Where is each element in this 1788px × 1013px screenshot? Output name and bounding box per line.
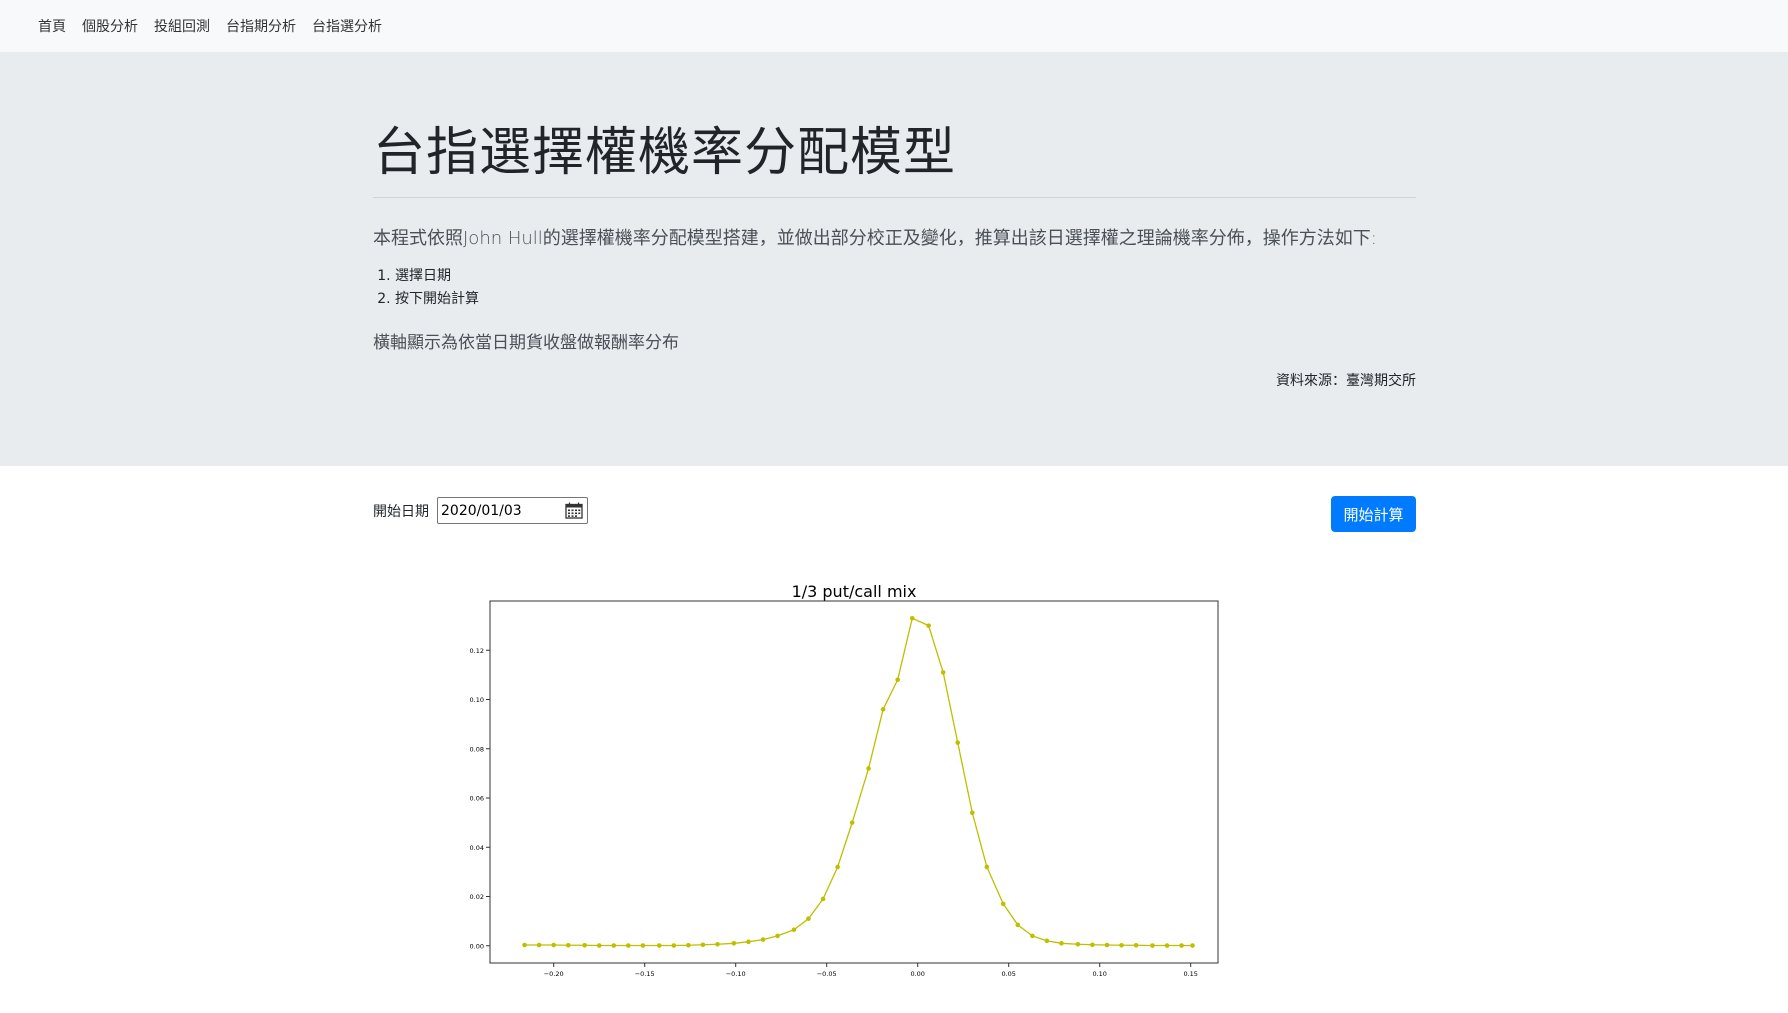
- data-point: [791, 927, 797, 933]
- data-point: [970, 810, 975, 816]
- axis-note: 橫軸顯示為依當日期貨收盤做報酬率分布: [373, 333, 679, 353]
- plot-frame: [489, 600, 1219, 964]
- data-point: [1164, 943, 1170, 948]
- data-point: [1133, 942, 1139, 948]
- data-point: [731, 940, 737, 946]
- data-point: [656, 943, 662, 948]
- series-line: [524, 617, 1193, 947]
- data-point: [1015, 922, 1021, 928]
- data-point: [760, 937, 766, 942]
- x-tick-label: −0.10: [726, 970, 746, 978]
- x-tick-label: 0.15: [1183, 970, 1197, 978]
- data-point: [582, 942, 587, 948]
- nav-item-stock-analysis[interactable]: 個股分析: [82, 16, 138, 36]
- y-tick-label: 0.02: [470, 893, 484, 901]
- steps-list: 選擇日期 按下開始計算: [373, 265, 479, 311]
- data-point: [1075, 941, 1081, 947]
- chart-title: 1/3 put/call mix: [792, 582, 917, 601]
- data-point: [715, 941, 720, 947]
- date-value: 2020/01/03: [441, 502, 522, 519]
- data-point: [611, 943, 617, 948]
- data-point: [1190, 943, 1195, 948]
- data-point: [1104, 942, 1110, 948]
- data-point: [849, 820, 855, 825]
- top-navbar: 首頁 個股分析 投組回測 台指期分析 台指選分析: [0, 0, 1788, 52]
- nav-item-options-analysis[interactable]: 台指選分析: [312, 16, 382, 36]
- data-point: [1179, 943, 1184, 948]
- start-calculation-button[interactable]: 開始計算: [1331, 496, 1416, 532]
- data-point: [955, 740, 961, 745]
- x-tick-label: 0.10: [1092, 970, 1106, 978]
- data-point: [909, 615, 915, 621]
- data-point: [1044, 938, 1050, 944]
- data-point: [880, 707, 886, 712]
- calendar-icon[interactable]: [565, 502, 583, 519]
- y-tick-label: 0.00: [470, 942, 484, 950]
- data-point: [1090, 942, 1095, 948]
- nav-item-futures-analysis[interactable]: 台指期分析: [226, 16, 296, 36]
- y-tick-label: 0.06: [470, 795, 484, 803]
- data-point: [1000, 901, 1006, 907]
- x-tick-label: 0.05: [1001, 970, 1015, 978]
- data-point: [806, 916, 811, 921]
- data-point: [700, 942, 706, 948]
- data-point: [926, 623, 931, 628]
- nav-item-portfolio-backtest[interactable]: 投組回測: [154, 16, 210, 36]
- y-tick-label: 0.04: [470, 844, 484, 852]
- data-source: 資料來源：臺灣期交所: [1276, 373, 1416, 389]
- nav-item-home[interactable]: 首頁: [38, 16, 66, 36]
- y-tick-label: 0.08: [470, 745, 484, 753]
- step-item: 選擇日期: [395, 265, 479, 288]
- start-date-label: 開始日期: [373, 504, 429, 520]
- data-point: [746, 939, 751, 945]
- x-tick-label: −0.20: [544, 970, 564, 978]
- probability-distribution-chart: 1/3 put/call mix −0.20 −0.15 −0.10 −0.05 0.0…: [470, 582, 1219, 978]
- data-point: [536, 942, 542, 948]
- x-tick-label: −0.15: [635, 970, 655, 978]
- data-point: [522, 942, 527, 948]
- data-point: [686, 942, 691, 948]
- step-item: 按下開始計算: [395, 288, 479, 311]
- intro-text: 本程式依照John Hull的選擇權機率分配模型搭建，並做出部分校正及變化，推算…: [373, 228, 1377, 249]
- data-point: [775, 933, 780, 939]
- y-tick-label: 0.10: [470, 696, 484, 704]
- data-point: [671, 943, 677, 948]
- data-point: [596, 943, 602, 948]
- page-title: 台指選擇權機率分配模型: [373, 123, 957, 183]
- data-point: [1059, 940, 1064, 946]
- data-point: [940, 670, 946, 675]
- data-point: [984, 864, 990, 870]
- x-tick-label: 0.00: [910, 970, 924, 978]
- data-point: [1030, 933, 1035, 939]
- y-tick-label: 0.12: [470, 647, 484, 655]
- chart-container: 1/3 put/call mix −0.20 −0.15 −0.10 −0.05 0.0…: [440, 575, 1240, 995]
- data-point: [895, 677, 900, 683]
- title-divider: [373, 197, 1416, 198]
- start-date-input[interactable]: 2020/01/03: [437, 497, 588, 524]
- data-point: [820, 896, 826, 902]
- data-point: [1150, 943, 1155, 948]
- data-point: [565, 942, 571, 948]
- data-point: [866, 766, 871, 771]
- data-point: [835, 864, 840, 870]
- x-tick-label: −0.05: [817, 970, 837, 978]
- data-point: [640, 943, 646, 948]
- data-point: [551, 942, 556, 948]
- data-point: [626, 943, 631, 948]
- data-point: [1119, 942, 1124, 948]
